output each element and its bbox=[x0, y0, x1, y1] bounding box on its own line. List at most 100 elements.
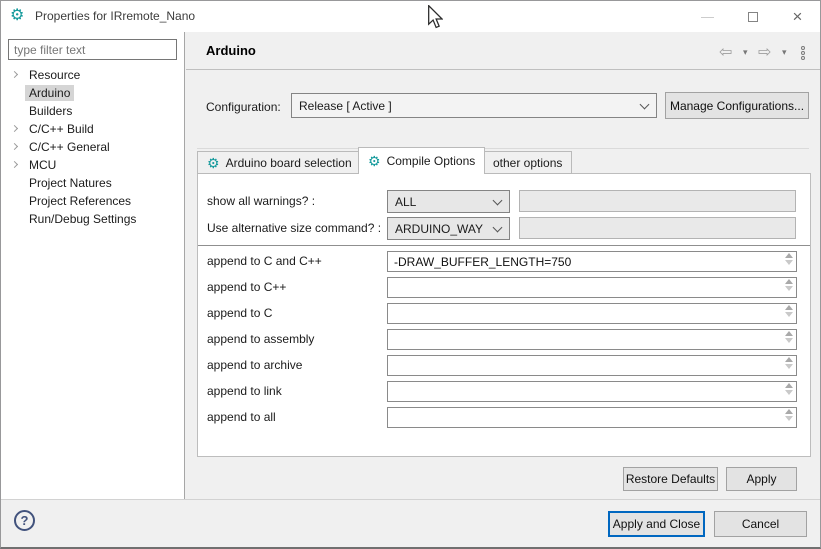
sidebar-item-label: Project Natures bbox=[25, 175, 116, 191]
compile-options-pane: show all warnings? : ALL Use alternative… bbox=[197, 173, 811, 457]
append-link-input[interactable] bbox=[387, 381, 797, 402]
append-link-row bbox=[387, 381, 797, 402]
cancel-button[interactable]: Cancel bbox=[714, 511, 807, 537]
window-title: Properties for IRremote_Nano bbox=[35, 9, 195, 23]
append-archive-row bbox=[387, 355, 797, 376]
view-menu-icon[interactable] bbox=[801, 46, 805, 60]
properties-tree: Resource Arduino Builders C/C++ Build C/… bbox=[1, 66, 183, 228]
apply-and-close-button[interactable]: Apply and Close bbox=[608, 511, 705, 537]
chevron-right-icon[interactable] bbox=[11, 161, 18, 168]
back-history-caret-icon[interactable]: ▾ bbox=[743, 47, 748, 58]
restore-defaults-button[interactable]: Restore Defaults bbox=[623, 467, 718, 491]
spinner-icon[interactable] bbox=[784, 279, 794, 291]
sidebar-item-mcu[interactable]: MCU bbox=[1, 156, 183, 174]
tab-label: Arduino board selection bbox=[226, 156, 352, 170]
append-all-input[interactable] bbox=[387, 407, 797, 428]
back-arrow-icon[interactable]: ⇦ bbox=[719, 42, 732, 62]
append-assembly-input[interactable] bbox=[387, 329, 797, 350]
footer-divider bbox=[1, 499, 820, 500]
tab-compile-options[interactable]: ⚙ Compile Options bbox=[358, 147, 485, 174]
sidebar-item-ccpp-general[interactable]: C/C++ General bbox=[1, 138, 183, 156]
sidebar-item-label: C/C++ General bbox=[25, 139, 114, 155]
warnings-label: show all warnings? : bbox=[207, 194, 315, 208]
append-all-label: append to all bbox=[207, 410, 276, 424]
close-icon: × bbox=[793, 7, 803, 27]
configuration-select[interactable]: Release [ Active ] bbox=[291, 93, 657, 118]
append-c-cpp-row bbox=[387, 251, 797, 272]
tab-arduino-board-selection[interactable]: ⚙ Arduino board selection bbox=[197, 151, 362, 174]
append-c-row bbox=[387, 303, 797, 324]
append-cpp-input[interactable] bbox=[387, 277, 797, 298]
minimize-button[interactable]: — bbox=[685, 1, 730, 32]
alt-size-value: ARDUINO_WAY bbox=[395, 222, 483, 236]
gear-icon: ⚙ bbox=[368, 154, 381, 168]
chevron-right-icon[interactable] bbox=[11, 71, 18, 78]
warnings-extra-field bbox=[519, 190, 796, 212]
sidebar-item-ccpp-build[interactable]: C/C++ Build bbox=[1, 120, 183, 138]
sidebar: Resource Arduino Builders C/C++ Build C/… bbox=[1, 32, 185, 499]
tab-other-options[interactable]: other options bbox=[483, 151, 572, 174]
minimize-icon: — bbox=[701, 9, 714, 24]
forward-arrow-icon[interactable]: ⇨ bbox=[758, 42, 771, 62]
append-c-cpp-input[interactable] bbox=[387, 251, 797, 272]
append-link-label: append to link bbox=[207, 384, 282, 398]
sidebar-item-label: Resource bbox=[25, 67, 84, 83]
filter-input[interactable] bbox=[8, 39, 177, 60]
sidebar-item-label: MCU bbox=[25, 157, 60, 173]
spinner-icon[interactable] bbox=[784, 253, 794, 265]
tab-label: other options bbox=[493, 156, 562, 170]
append-cpp-label: append to C++ bbox=[207, 280, 286, 294]
page-title: Arduino bbox=[206, 43, 256, 58]
properties-dialog: ⚙ Properties for IRremote_Nano — × Resou… bbox=[0, 0, 821, 549]
append-assembly-row bbox=[387, 329, 797, 350]
apply-button[interactable]: Apply bbox=[726, 467, 797, 491]
sidebar-item-label: Arduino bbox=[25, 85, 74, 101]
sidebar-item-project-references[interactable]: Project References bbox=[1, 192, 183, 210]
spinner-icon[interactable] bbox=[784, 331, 794, 343]
warnings-select[interactable]: ALL bbox=[387, 190, 510, 213]
alt-size-extra-field bbox=[519, 217, 796, 239]
sidebar-item-label: Project References bbox=[25, 193, 135, 209]
sidebar-item-label: C/C++ Build bbox=[25, 121, 98, 137]
spinner-icon[interactable] bbox=[784, 409, 794, 421]
sidebar-item-run-debug-settings[interactable]: Run/Debug Settings bbox=[1, 210, 183, 228]
maximize-button[interactable] bbox=[730, 1, 775, 32]
sidebar-item-arduino[interactable]: Arduino bbox=[1, 84, 183, 102]
append-c-input[interactable] bbox=[387, 303, 797, 324]
append-archive-label: append to archive bbox=[207, 358, 302, 372]
append-all-row bbox=[387, 407, 797, 428]
section-divider bbox=[198, 245, 810, 246]
titlebar[interactable]: ⚙ Properties for IRremote_Nano — × bbox=[1, 1, 820, 32]
sidebar-item-label: Builders bbox=[25, 103, 76, 119]
append-cpp-row bbox=[387, 277, 797, 298]
spinner-icon[interactable] bbox=[784, 305, 794, 317]
configuration-value: Release [ Active ] bbox=[299, 99, 392, 113]
help-button[interactable]: ? bbox=[14, 510, 35, 531]
header-divider bbox=[186, 69, 820, 70]
sidebar-item-label: Run/Debug Settings bbox=[25, 211, 140, 227]
sidebar-item-builders[interactable]: Builders bbox=[1, 102, 183, 120]
spinner-icon[interactable] bbox=[784, 357, 794, 369]
chevron-right-icon[interactable] bbox=[11, 143, 18, 150]
append-c-cpp-label: append to C and C++ bbox=[207, 254, 322, 268]
sidebar-item-project-natures[interactable]: Project Natures bbox=[1, 174, 183, 192]
manage-configurations-button[interactable]: Manage Configurations... bbox=[665, 92, 809, 119]
maximize-icon bbox=[748, 12, 758, 22]
help-icon: ? bbox=[21, 513, 29, 528]
tabstrip-line bbox=[197, 148, 809, 149]
alt-size-select[interactable]: ARDUINO_WAY bbox=[387, 217, 510, 240]
sidebar-item-resource[interactable]: Resource bbox=[1, 66, 183, 84]
close-button[interactable]: × bbox=[775, 1, 820, 32]
configuration-label: Configuration: bbox=[206, 100, 281, 114]
chevron-right-icon[interactable] bbox=[11, 125, 18, 132]
forward-history-caret-icon[interactable]: ▾ bbox=[782, 47, 787, 58]
chevron-down-icon bbox=[493, 222, 503, 232]
gear-icon: ⚙ bbox=[207, 156, 220, 170]
spinner-icon[interactable] bbox=[784, 383, 794, 395]
warnings-value: ALL bbox=[395, 195, 416, 209]
chevron-down-icon bbox=[640, 99, 650, 109]
alt-size-label: Use alternative size command? : bbox=[207, 221, 381, 235]
append-assembly-label: append to assembly bbox=[207, 332, 314, 346]
append-archive-input[interactable] bbox=[387, 355, 797, 376]
tab-label: Compile Options bbox=[387, 154, 476, 168]
